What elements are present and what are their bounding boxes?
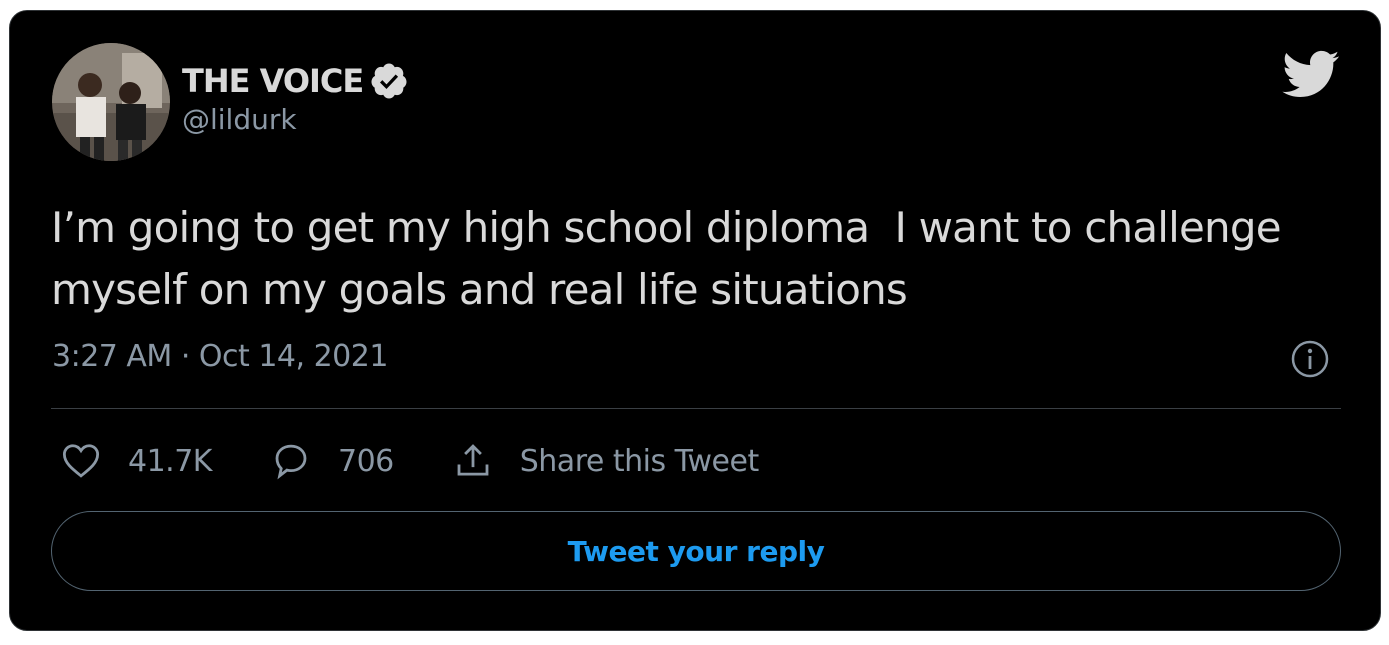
avatar[interactable] — [52, 43, 170, 161]
speech-bubble-icon — [275, 444, 307, 480]
like-button[interactable]: 41.7K — [60, 440, 212, 482]
tweet-card: THE VOICE @lildurk I’m going to get my h… — [9, 10, 1381, 631]
heart-icon — [62, 444, 100, 478]
reply-count: 706 — [337, 443, 394, 479]
handle[interactable]: @lildurk — [182, 103, 409, 136]
share-upload-icon — [457, 444, 489, 476]
author-block: THE VOICE @lildurk — [182, 61, 409, 136]
name-row: THE VOICE — [182, 61, 409, 101]
twitter-bird-icon[interactable] — [1280, 49, 1340, 99]
info-icon[interactable] — [1290, 339, 1330, 379]
share-label: Share this Tweet — [519, 443, 759, 479]
reply-count-button[interactable]: 706 — [270, 440, 394, 482]
action-bar: 41.7K 706 Share this Tweet — [60, 436, 817, 486]
share-button[interactable]: Share this Tweet — [452, 440, 759, 482]
reply-button-label: Tweet your reply — [567, 534, 825, 568]
tweet-text: I’m going to get my high school diploma … — [51, 203, 1294, 314]
divider — [51, 408, 1341, 409]
tweet-your-reply-button[interactable]: Tweet your reply — [51, 511, 1341, 591]
like-count: 41.7K — [128, 443, 212, 479]
display-name[interactable]: THE VOICE — [182, 62, 364, 100]
timestamp[interactable]: 3:27 AM · Oct 14, 2021 — [52, 339, 388, 374]
verified-badge-icon — [369, 61, 409, 101]
